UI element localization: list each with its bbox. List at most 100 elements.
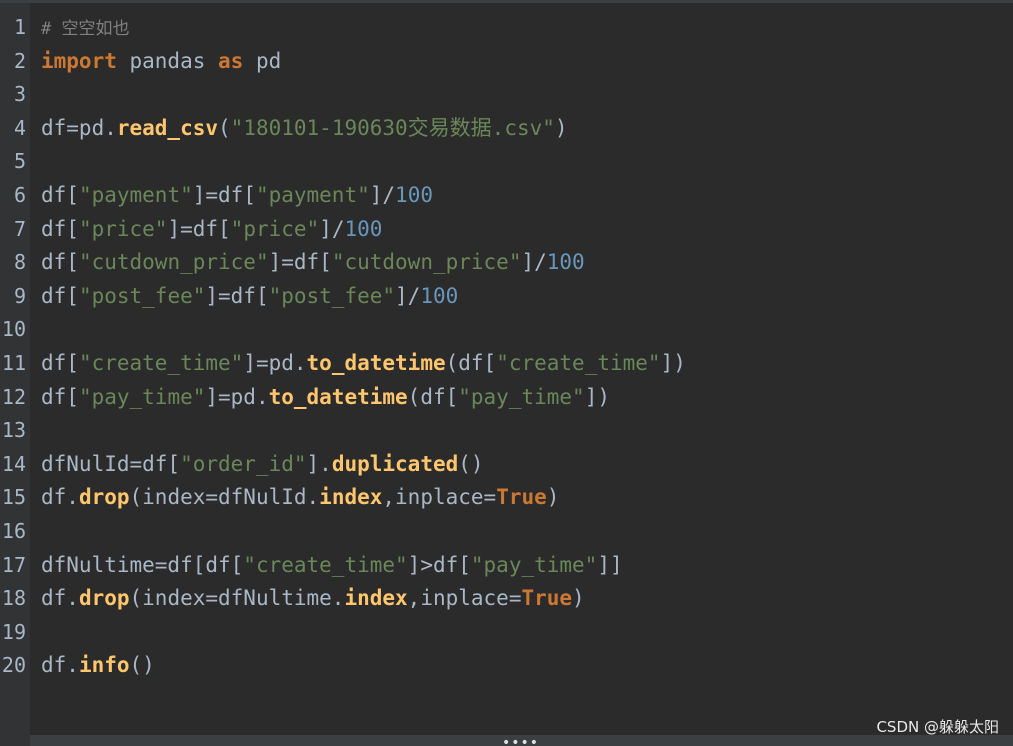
code-line[interactable]: 18 df.drop(index=dfNultime.index,inplace=… [0, 582, 1013, 616]
line-number: 2 [13, 48, 26, 73]
code-editor[interactable]: 1 # 空空如也 2 import pandas as pd 3 4 df=pd.read_… [0, 0, 1013, 746]
code-line[interactable]: 15 df.drop(index=dfNulId.index,inplace=Tr… [0, 481, 1013, 515]
code-line[interactable]: 14 dfNulId=df["order_id"].duplicated() [0, 448, 1013, 482]
code-token: "create_time" [78, 350, 244, 375]
code-text[interactable]: df["create_time"]=pd.to_datetime(df["cre… [41, 347, 686, 381]
line-number: 8 [13, 250, 26, 275]
code-token: "180101-190630交易数据.csv" [230, 115, 555, 140]
code-text[interactable]: dfNultime=df[df["create_time"]>df["pay_t… [41, 549, 623, 583]
code-token: df=pd. [41, 115, 117, 140]
code-token: () [129, 653, 155, 678]
code-token: ]=pd. [205, 384, 269, 409]
code-token: df. [41, 653, 79, 678]
code-line[interactable]: 6 df["payment"]=df["payment"]/100 [0, 179, 1013, 213]
code-token: "order_id" [180, 451, 307, 476]
line-number: 3 [13, 82, 26, 107]
line-number: 17 [1, 552, 26, 577]
code-token: ) [572, 586, 585, 611]
code-line[interactable]: 7 df["price"]=df["price"]/100 [0, 213, 1013, 247]
code-token: ]>df[ [407, 552, 471, 577]
code-token: read_csv [116, 115, 219, 140]
code-token: ( [218, 115, 231, 140]
line-number: 1 [13, 15, 26, 39]
code-token: ]=df[ [167, 216, 231, 241]
line-number: 11 [1, 350, 26, 375]
code-token: info [78, 653, 130, 678]
code-token: df[ [41, 250, 79, 275]
code-text[interactable]: df["price"]=df["price"]/100 [41, 213, 382, 247]
code-token: 100 [344, 216, 383, 241]
code-text[interactable]: # 空空如也 [41, 11, 129, 47]
code-token: ) [546, 485, 560, 510]
code-text[interactable]: df=pd.read_csv("180101-190630交易数据.csv") [41, 112, 568, 146]
code-line[interactable]: 12 df["pay_time"]=pd.to_datetime(df["pay_… [0, 381, 1013, 415]
code-token: ]. [306, 451, 332, 476]
code-line[interactable]: 17 dfNultime=df[df["create_time"]>df["pay… [0, 549, 1013, 583]
code-text[interactable]: df["post_fee"]=df["post_fee"]/100 [41, 280, 458, 314]
code-line[interactable]: 11 df["create_time"]=pd.to_datetime(df["c… [0, 347, 1013, 381]
code-token: ]) [584, 384, 610, 409]
code-token: as [218, 48, 244, 73]
code-text[interactable]: df["payment"]=df["payment"]/100 [41, 179, 433, 213]
code-text[interactable]: df.drop(index=dfNultime.index,inplace=Tr… [41, 582, 585, 616]
code-line[interactable]: 20 df.info() [0, 649, 1013, 683]
code-token: ]=pd. [243, 350, 307, 375]
line-number: 20 [1, 653, 26, 678]
code-token: "create_time" [243, 552, 408, 577]
code-token: (index=dfNulId. [129, 485, 320, 510]
code-token: ,inplace= [407, 586, 522, 611]
code-line[interactable]: 5 [0, 145, 1013, 179]
code-line[interactable]: 13 [0, 414, 1013, 448]
code-text[interactable]: import pandas as pd [41, 45, 281, 79]
code-line[interactable]: 4 df=pd.read_csv("180101-190630交易数据.csv") [0, 112, 1013, 146]
line-number: 19 [1, 619, 26, 644]
code-token: 100 [546, 250, 585, 275]
line-number: 7 [13, 216, 26, 241]
code-token: (df[ [407, 384, 459, 409]
code-token: ]/ [369, 182, 396, 207]
code-token: "cutdown_price" [331, 250, 522, 275]
code-area[interactable]: 1 # 空空如也 2 import pandas as pd 3 4 df=pd.read_… [0, 11, 1013, 683]
line-number: 16 [1, 518, 26, 543]
code-line[interactable]: 1 # 空空如也 [0, 11, 1013, 45]
code-token: drop [78, 586, 130, 611]
code-token: "pay_time" [470, 552, 598, 577]
code-token: "price" [230, 216, 320, 241]
code-line[interactable]: 3 [0, 78, 1013, 112]
code-token: dfNulId=df[ [41, 451, 181, 476]
code-line[interactable]: 8 df["cutdown_price"]=df["cutdown_price"]… [0, 246, 1013, 280]
code-token: df[ [41, 283, 79, 308]
code-token: df[ [41, 216, 79, 241]
code-line[interactable]: 16 [0, 515, 1013, 549]
code-token: ]) [660, 350, 686, 375]
code-token: ]/ [521, 250, 547, 275]
code-token: df. [41, 485, 79, 510]
line-number: 14 [1, 451, 26, 476]
code-text[interactable]: df.info() [41, 649, 155, 683]
code-token: "pay_time" [78, 384, 206, 409]
line-number: 15 [1, 485, 26, 510]
code-token: df[ [41, 384, 79, 409]
line-number: 13 [1, 418, 26, 443]
code-token: 100 [395, 182, 433, 207]
code-line[interactable]: 10 [0, 313, 1013, 347]
code-line[interactable]: 2 import pandas as pd [0, 45, 1013, 79]
code-token: ]=df[ [205, 283, 269, 308]
code-token: 100 [420, 283, 459, 308]
code-text[interactable]: df.drop(index=dfNulId.index,inplace=True… [41, 481, 559, 515]
code-text[interactable]: df["cutdown_price"]=df["cutdown_price"]/… [41, 246, 585, 280]
code-token: "post_fee" [268, 283, 396, 308]
code-token: ]/ [395, 283, 421, 308]
code-line[interactable]: 19 [0, 616, 1013, 650]
code-text[interactable]: dfNulId=df["order_id"].duplicated() [41, 448, 484, 482]
code-token: "payment" [255, 182, 370, 207]
resize-handle-icon[interactable]: •••• [502, 736, 538, 746]
code-token: to_datetime [268, 384, 408, 409]
code-token: (index=dfNultime. [129, 586, 345, 611]
code-token: index [344, 586, 408, 611]
code-text[interactable]: df["pay_time"]=pd.to_datetime(df["pay_ti… [41, 381, 610, 415]
code-token: "cutdown_price" [78, 250, 269, 275]
code-token: ) [554, 115, 568, 140]
code-token: "pay_time" [458, 384, 585, 409]
code-line[interactable]: 9 df["post_fee"]=df["post_fee"]/100 [0, 280, 1013, 314]
